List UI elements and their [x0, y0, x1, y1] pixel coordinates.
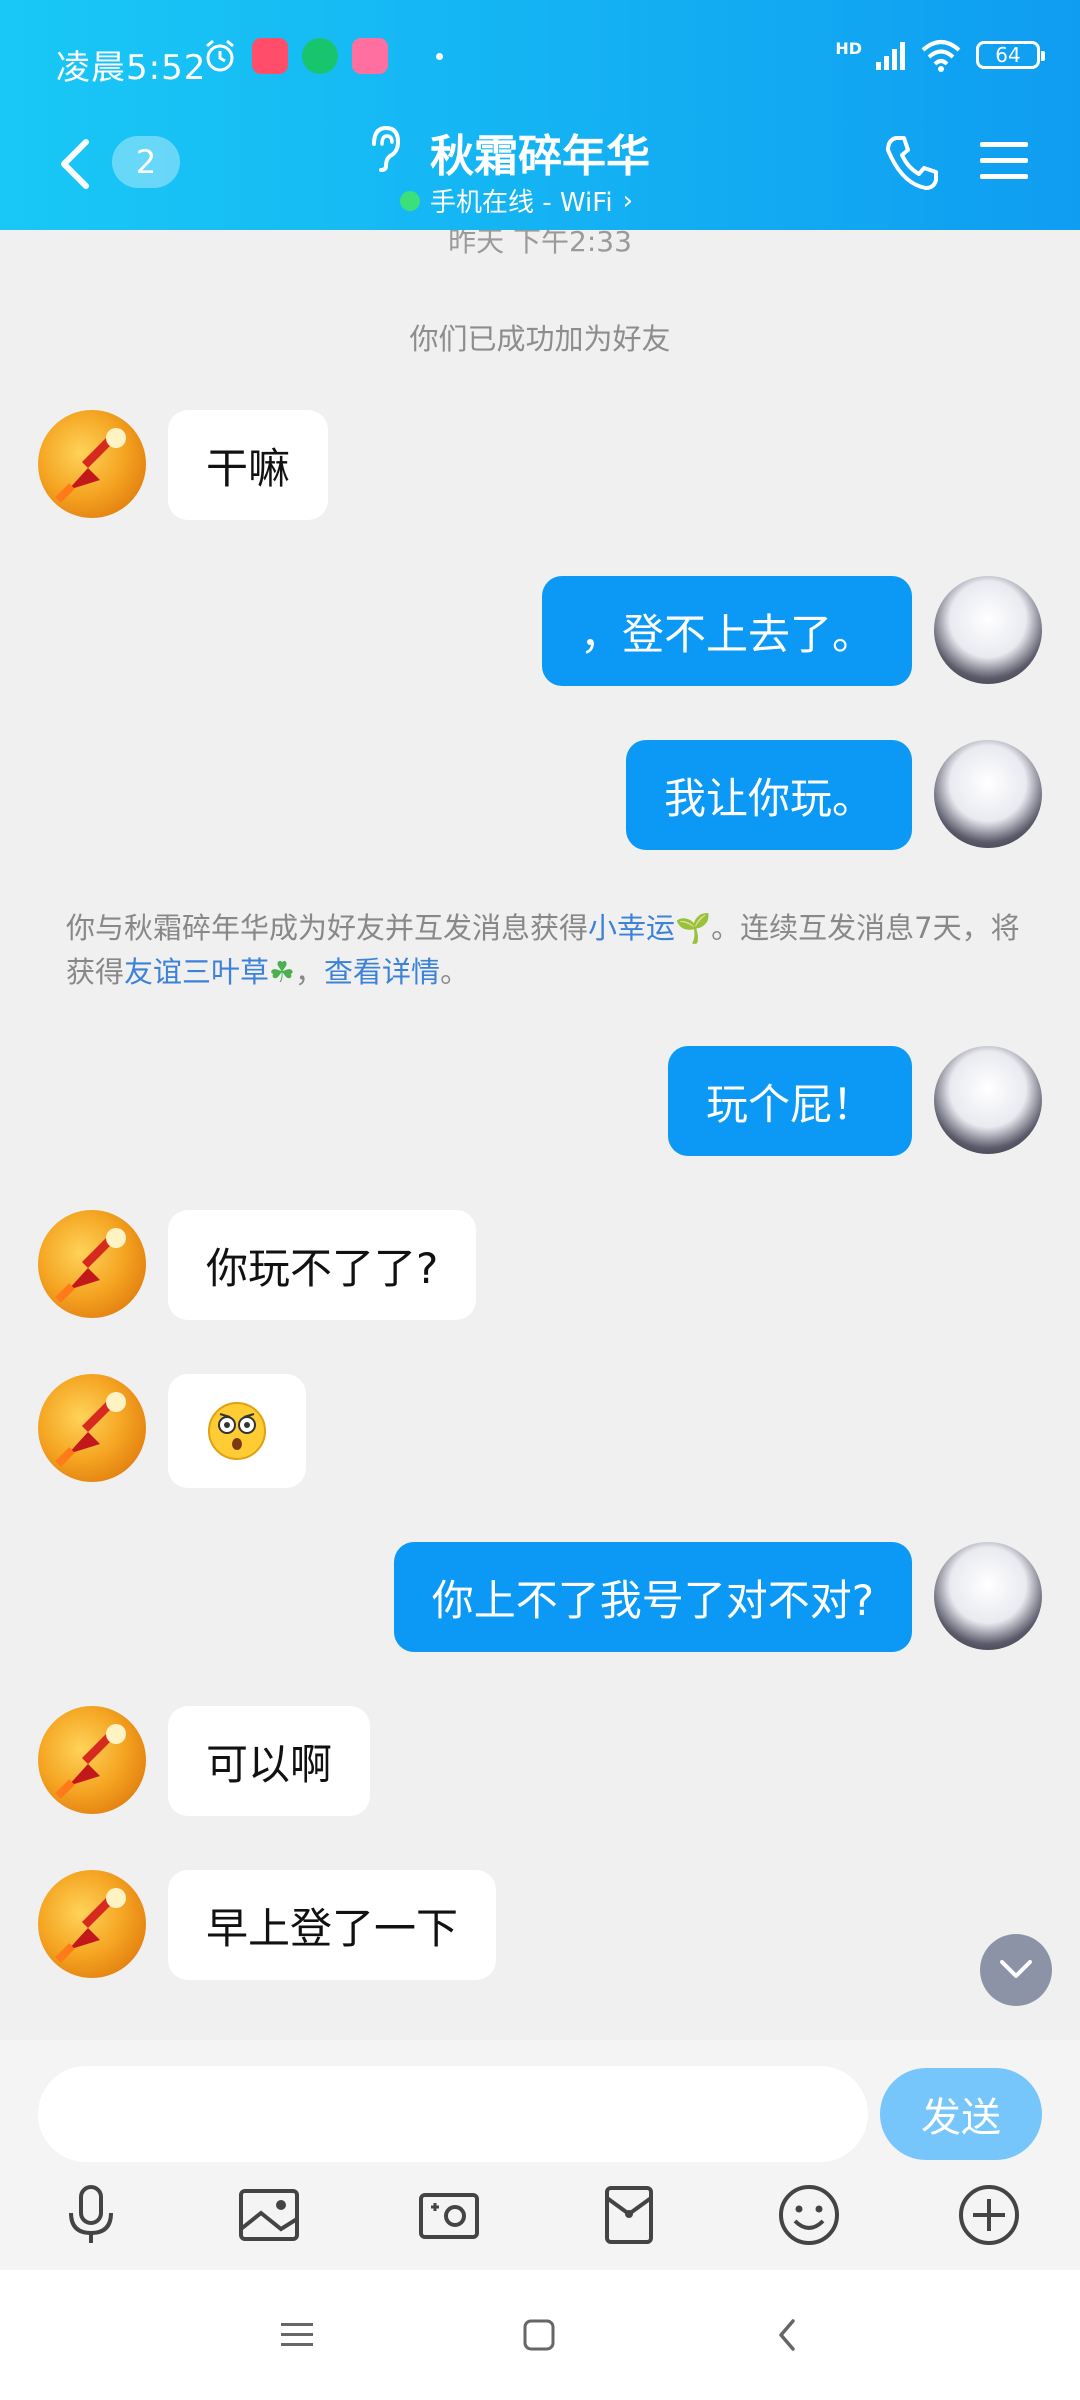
notice-link-details[interactable]: 查看详情 — [324, 955, 440, 989]
chat-header: 凌晨5:52 HD 64 2 秋霜碎年华 手机在线 - WiFi › — [0, 0, 1080, 230]
notice-text: ， — [295, 955, 325, 989]
message-input-bar: 发送 — [0, 2040, 1080, 2270]
friendship-notice: 你与秋霜碎年华成为好友并互发消息获得小幸运🌱。连续互发消息7天，将获得友谊三叶草… — [66, 906, 1026, 994]
signal-icon — [876, 42, 905, 70]
message-input[interactable] — [38, 2066, 868, 2162]
more-button[interactable] — [954, 2180, 1024, 2250]
notice-link-clover[interactable]: 友谊三叶草 — [124, 955, 269, 989]
rocket-icon — [55, 1392, 126, 1467]
plus-icon — [959, 2185, 1019, 2245]
battery-indicator: 64 — [976, 41, 1045, 69]
status-notifications — [202, 38, 443, 74]
alarm-icon — [206, 39, 234, 72]
send-button[interactable]: 发送 — [880, 2068, 1042, 2160]
message-bubble-in[interactable]: 可以啊 — [168, 1706, 371, 1816]
rocket-icon — [55, 1724, 126, 1799]
friend-avatar[interactable] — [38, 1870, 146, 1978]
chat-message-list[interactable]: 昨天 下午2:33 你们已成功加为好友 干嘛 ，登不上去了。 我让你玩。 你与秋… — [0, 230, 1080, 2040]
back-arrow-icon — [779, 2319, 795, 2351]
nav-home-button[interactable] — [514, 2310, 564, 2360]
rocket-icon — [55, 1888, 126, 1963]
message-bubble-in[interactable]: 干嘛 — [168, 410, 329, 520]
message-bubble-out[interactable]: ，登不上去了。 — [541, 576, 912, 686]
security-app-icon — [302, 38, 338, 74]
friend-avatar[interactable] — [38, 1374, 146, 1482]
status-bar: 凌晨5:52 HD 64 — [0, 28, 1080, 98]
clover-icon: ☘ — [269, 955, 296, 989]
my-avatar[interactable] — [934, 1542, 1042, 1650]
app-notification-icon — [252, 38, 288, 74]
friend-avatar[interactable] — [38, 1210, 146, 1318]
rocket-icon — [55, 1228, 126, 1303]
wifi-icon — [921, 40, 961, 72]
scroll-to-bottom-button[interactable] — [980, 1934, 1052, 2006]
nav-menu-button[interactable] — [272, 2310, 322, 2360]
message-bubble-out[interactable]: 我让你玩。 — [625, 740, 912, 850]
emoji-button[interactable] — [774, 2180, 844, 2250]
online-status-text: 手机在线 - WiFi — [430, 188, 613, 218]
menu-icon[interactable] — [978, 138, 1030, 184]
earpiece-mode-icon — [372, 125, 401, 172]
rocket-icon — [55, 428, 126, 503]
friend-avatar[interactable] — [38, 410, 146, 518]
back-icon[interactable] — [52, 134, 100, 194]
my-avatar[interactable] — [934, 740, 1042, 848]
voice-button[interactable] — [56, 2180, 126, 2250]
emoji-icon — [779, 2185, 839, 2245]
home-square-icon — [523, 2319, 555, 2351]
status-right: HD 64 — [835, 38, 1045, 72]
more-notifications-dot — [436, 52, 443, 60]
notice-text: 你与秋霜碎年华成为好友并互发消息获得 — [66, 911, 589, 945]
photo-button[interactable] — [234, 2180, 304, 2250]
message-timestamp: 昨天 下午2:33 — [448, 230, 632, 258]
friend-avatar[interactable] — [38, 1706, 146, 1814]
menu-lines-icon — [281, 2323, 313, 2346]
message-bubble-in[interactable]: 早上登了一下 — [168, 1870, 497, 1980]
unread-count-badge[interactable]: 2 — [112, 136, 180, 188]
network-type: HD — [835, 38, 862, 58]
message-bubble-out[interactable]: 玩个屁！ — [667, 1046, 912, 1156]
red-packet-icon — [605, 2186, 653, 2244]
camera-icon — [419, 2193, 479, 2239]
status-time: 凌晨5:52 — [56, 48, 207, 88]
online-status[interactable]: 手机在线 - WiFi › — [400, 182, 633, 219]
system-nav-bar — [0, 2270, 1080, 2400]
microphone-icon — [69, 2185, 113, 2243]
battery-level: 64 — [995, 43, 1021, 67]
my-avatar[interactable] — [934, 576, 1042, 684]
bilibili-app-icon — [352, 38, 388, 74]
online-dot — [400, 190, 420, 211]
notice-text: 。 — [440, 955, 470, 989]
message-bubble-out[interactable]: 你上不了我号了对不对? — [393, 1542, 912, 1652]
message-bubble-in[interactable] — [168, 1374, 306, 1488]
sprout-icon: 🌱 — [675, 911, 712, 945]
shocked-emoji-icon — [208, 1402, 266, 1460]
red-packet-button[interactable] — [594, 2180, 664, 2250]
my-avatar[interactable] — [934, 1046, 1042, 1154]
chat-title: 秋霜碎年华 — [430, 131, 650, 182]
nav-row: 2 秋霜碎年华 手机在线 - WiFi › — [0, 110, 1080, 230]
camera-button[interactable] — [414, 2180, 484, 2250]
chevron-right-icon: › — [622, 185, 633, 216]
chevron-down-icon — [1000, 1960, 1032, 1978]
nav-back-button[interactable] — [762, 2310, 812, 2360]
notice-link-lucky[interactable]: 小幸运 — [588, 911, 675, 945]
image-icon — [239, 2189, 299, 2241]
message-bubble-in[interactable]: 你玩不了了? — [168, 1210, 477, 1320]
phone-call-icon[interactable] — [882, 132, 940, 192]
system-message: 你们已成功加为好友 — [409, 322, 671, 356]
